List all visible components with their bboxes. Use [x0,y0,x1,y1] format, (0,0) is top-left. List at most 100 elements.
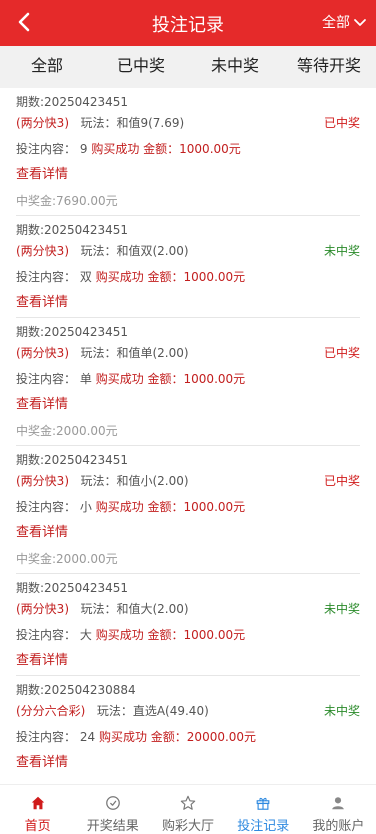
view-details-link[interactable]: 查看详情 [16,520,360,546]
game-name: (两分快3) [16,474,69,488]
page-title: 投注记录 [152,15,224,36]
nav-home[interactable]: 首页 [0,785,75,834]
content-label: 投注内容： [16,270,77,284]
prize-amount: 中奖金:2000.00元 [16,424,118,438]
game-name: (两分快3) [16,346,69,360]
view-details-link[interactable]: 查看详情 [16,750,360,776]
content-value: 9 [79,142,88,156]
play-type: 玩法：和值小(2.00) [80,474,189,488]
bet-record: 期数:20250423451 (两分快3) 玩法：和值9(7.69) 已中奖 投… [0,88,376,216]
nav-bet-records-label: 投注记录 [237,819,290,834]
content-label: 投注内容： [16,142,77,156]
content-label: 投注内容： [16,372,77,386]
tab-won[interactable]: 已中奖 [94,46,188,88]
nav-bet-records[interactable]: 投注记录 [226,785,301,834]
view-details-link[interactable]: 查看详情 [16,648,360,674]
bet-content: 投注内容： 9 购买成功 金额：1000.00元 [16,136,360,162]
gift-icon [256,797,270,810]
chevron-down-icon [354,19,366,26]
play-type: 玩法：和值9(7.69) [80,116,185,130]
bet-content: 投注内容： 单 购买成功 金额：1000.00元 [16,366,360,392]
content-value: 单 [79,372,92,386]
nav-home-label: 首页 [24,819,51,834]
play-type: 玩法：直选A(49.40) [96,704,209,718]
bet-record-list[interactable]: 期数:20250423451 (两分快3) 玩法：和值9(7.69) 已中奖 投… [0,88,376,784]
bet-record: 期数:20250423451 (两分快3) 玩法：和值大(2.00) 未中奖 投… [0,574,376,676]
view-details-link[interactable]: 查看详情 [16,162,360,188]
game-name: (两分快3) [16,602,69,616]
play-type: 玩法：和值大(2.00) [80,602,189,616]
bet-amount: 金额：1000.00元 [147,270,246,284]
filter-dropdown[interactable]: 全部 [322,12,368,32]
bet-record: 期数:20250423451 (两分快3) 玩法：和值单(2.00) 已中奖 投… [0,318,376,446]
bet-amount: 金额：1000.00元 [147,500,246,514]
status-badge: 已中奖 [323,474,360,488]
content-label: 投注内容： [16,500,77,514]
bet-content: 投注内容： 大 购买成功 金额：1000.00元 [16,622,360,648]
play-row: (两分快3) 玩法：和值小(2.00) 已中奖 [16,468,360,494]
content-label: 投注内容： [16,730,77,744]
period-number: 期数:202504230884 [16,683,136,697]
play-type: 玩法：和值双(2.00) [80,244,189,258]
play-type: 玩法：和值单(2.00) [80,346,189,360]
content-value: 24 [79,730,96,744]
status-badge: 已中奖 [323,346,360,360]
nav-account-label: 我的账户 [312,819,365,834]
period-number: 期数:20250423451 [16,95,129,109]
account-icon [332,797,345,810]
tab-all[interactable]: 全部 [0,46,94,88]
lobby-icon [180,795,196,810]
nav-account[interactable]: 我的账户 [301,785,376,834]
content-label: 投注内容： [16,628,77,642]
bet-content: 投注内容： 双 购买成功 金额：1000.00元 [16,264,360,290]
bet-amount: 金额：1000.00元 [147,628,246,642]
status-badge: 已中奖 [323,116,360,130]
bet-record: 期数:20250423451 (两分快3) 玩法：和值双(2.00) 未中奖 投… [0,216,376,318]
prize-amount: 中奖金:2000.00元 [16,552,118,566]
status-badge: 未中奖 [323,602,360,616]
prize-amount: 中奖金:7690.00元 [16,194,118,208]
app-header: 投注记录 全部 [0,0,376,46]
bet-record: 期数:202504230884 (分分六合彩) 玩法：直选A(49.40) 未中… [0,676,376,776]
nav-lobby-label: 购彩大厅 [162,819,215,834]
play-row: (分分六合彩) 玩法：直选A(49.40) 未中奖 [16,698,360,724]
purchase-status: 购买成功 [98,730,147,744]
bottom-nav: 首页 开奖结果 购彩大厅 投注记录 我的账户 [0,784,376,834]
purchase-status: 购买成功 [95,372,144,386]
tab-lost[interactable]: 未中奖 [188,46,282,88]
play-row: (两分快3) 玩法：和值大(2.00) 未中奖 [16,596,360,622]
period-number: 期数:20250423451 [16,325,129,339]
status-badge: 未中奖 [323,704,360,718]
period-number: 期数:20250423451 [16,581,129,595]
results-icon [105,796,120,810]
play-row: (两分快3) 玩法：和值9(7.69) 已中奖 [16,110,360,136]
game-name: (两分快3) [16,116,69,130]
bet-content: 投注内容： 小 购买成功 金额：1000.00元 [16,494,360,520]
purchase-status: 购买成功 [95,270,144,284]
game-name: (两分快3) [16,244,69,258]
view-details-link[interactable]: 查看详情 [16,392,360,418]
bet-amount: 金额：20000.00元 [150,730,257,744]
game-name: (分分六合彩) [16,704,86,718]
tab-pending[interactable]: 等待开奖 [282,46,376,88]
period-number: 期数:20250423451 [16,223,129,237]
status-tabs: 全部 已中奖 未中奖 等待开奖 [0,46,376,88]
nav-results[interactable]: 开奖结果 [75,785,150,834]
status-badge: 未中奖 [323,244,360,258]
home-icon [31,796,44,810]
view-details-link[interactable]: 查看详情 [16,290,360,316]
content-value: 小 [79,500,92,514]
bet-content: 投注内容： 24 购买成功 金额：20000.00元 [16,724,360,750]
purchase-status: 购买成功 [95,628,144,642]
play-row: (两分快3) 玩法：和值单(2.00) 已中奖 [16,340,360,366]
purchase-status: 购买成功 [95,500,144,514]
content-value: 双 [79,270,92,284]
bet-amount: 金额：1000.00元 [147,372,246,386]
content-value: 大 [79,628,92,642]
nav-results-label: 开奖结果 [86,819,139,834]
bet-amount: 金额：1000.00元 [143,142,241,156]
filter-label: 全部 [322,15,350,31]
nav-lobby[interactable]: 购彩大厅 [150,785,225,834]
bet-record: 期数:20250423451 (两分快3) 玩法：和值小(2.00) 已中奖 投… [0,446,376,574]
period-number: 期数:20250423451 [16,453,129,467]
